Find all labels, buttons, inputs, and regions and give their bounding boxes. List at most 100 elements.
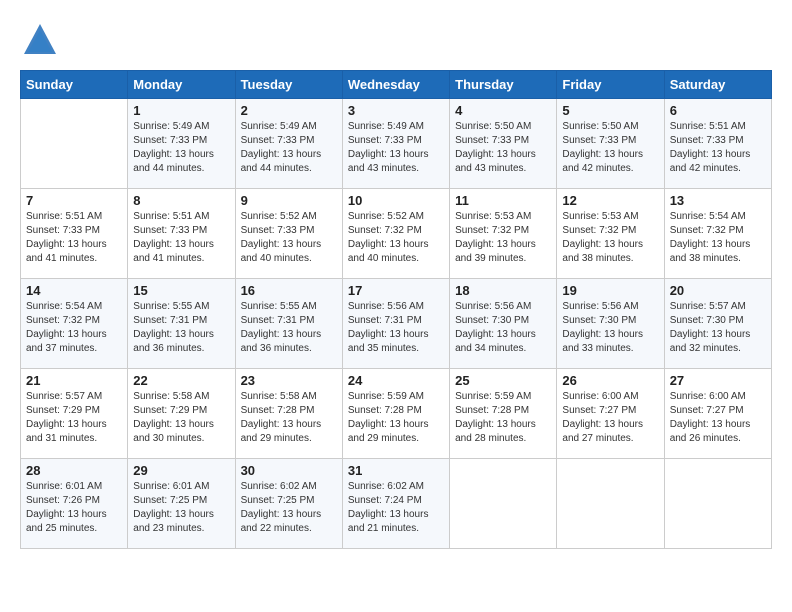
day-number: 4 [455,103,551,118]
weekday-header: Thursday [450,71,557,99]
calendar-cell: 16Sunrise: 5:55 AMSunset: 7:31 PMDayligh… [235,279,342,369]
calendar-cell: 29 Sunrise: 6:01 AMSunset: 7:25 PMDayligh… [128,459,235,549]
calendar-cell: 19 Sunrise: 5:56 AMSunset: 7:30 PMDayligh… [557,279,664,369]
day-info: Sunrise: 6:01 AMSunset: 7:26 PMDaylight:… [26,480,122,536]
calendar-week-row: 7 Sunrise: 5:51 AMSunset: 7:33 PMDaylight… [21,189,772,279]
day-number: 23 [241,373,337,388]
day-number: 10 [348,193,444,208]
calendar-cell: 20 Sunrise: 5:57 AMSunset: 7:30 PMDayligh… [664,279,771,369]
weekday-header: Sunday [21,71,128,99]
day-number: 12 [562,193,658,208]
weekday-header: Tuesday [235,71,342,99]
day-info: Sunrise: 5:58 AMSunset: 7:28 PMDaylight:… [241,390,337,446]
page-header [20,20,772,60]
day-info: Sunrise: 5:50 AMSunset: 7:33 PMDaylight:… [455,120,551,176]
day-number: 13 [670,193,766,208]
calendar-cell: 9Sunrise: 5:52 AMSunset: 7:33 PMDaylight… [235,189,342,279]
day-number: 29 [133,463,229,478]
day-info: Sunrise: 5:50 AMSunset: 7:33 PMDaylight:… [562,120,658,176]
day-number: 31 [348,463,444,478]
weekday-header: Wednesday [342,71,449,99]
day-number: 27 [670,373,766,388]
day-number: 6 [670,103,766,118]
day-number: 22 [133,373,229,388]
weekday-header: Monday [128,71,235,99]
calendar-cell: 1Sunrise: 5:49 AMSunset: 7:33 PMDaylight… [128,99,235,189]
day-info: Sunrise: 5:51 AMSunset: 7:33 PMDaylight:… [133,210,229,266]
calendar-cell: 21 Sunrise: 5:57 AMSunset: 7:29 PMDayligh… [21,369,128,459]
day-info: Sunrise: 5:59 AMSunset: 7:28 PMDaylight:… [348,390,444,446]
calendar-cell [664,459,771,549]
calendar-table: SundayMondayTuesdayWednesdayThursdayFrid… [20,70,772,549]
day-info: Sunrise: 6:00 AMSunset: 7:27 PMDaylight:… [670,390,766,446]
calendar-week-row: 28 Sunrise: 6:01 AMSunset: 7:26 PMDayligh… [21,459,772,549]
day-info: Sunrise: 5:52 AMSunset: 7:32 PMDaylight:… [348,210,444,266]
day-number: 5 [562,103,658,118]
day-number: 3 [348,103,444,118]
day-info: Sunrise: 5:56 AMSunset: 7:30 PMDaylight:… [455,300,551,356]
day-number: 26 [562,373,658,388]
day-number: 19 [562,283,658,298]
calendar-cell: 23 Sunrise: 5:58 AMSunset: 7:28 PMDayligh… [235,369,342,459]
day-info: Sunrise: 5:55 AMSunset: 7:31 PMDaylight:… [133,300,229,356]
day-number: 8 [133,193,229,208]
day-info: Sunrise: 6:02 AMSunset: 7:24 PMDaylight:… [348,480,444,536]
calendar-cell: 13 Sunrise: 5:54 AMSunset: 7:32 PMDayligh… [664,189,771,279]
calendar-cell: 6 Sunrise: 5:51 AMSunset: 7:33 PMDaylight… [664,99,771,189]
day-number: 2 [241,103,337,118]
weekday-header: Saturday [664,71,771,99]
calendar-cell: 14Sunrise: 5:54 AMSunset: 7:32 PMDayligh… [21,279,128,369]
day-number: 15 [133,283,229,298]
day-info: Sunrise: 6:01 AMSunset: 7:25 PMDaylight:… [133,480,229,536]
calendar-cell: 15 Sunrise: 5:55 AMSunset: 7:31 PMDayligh… [128,279,235,369]
calendar-week-row: 21 Sunrise: 5:57 AMSunset: 7:29 PMDayligh… [21,369,772,459]
day-number: 25 [455,373,551,388]
calendar-cell: 27 Sunrise: 6:00 AMSunset: 7:27 PMDayligh… [664,369,771,459]
day-info: Sunrise: 5:52 AMSunset: 7:33 PMDaylight:… [241,210,337,266]
day-info: Sunrise: 5:56 AMSunset: 7:31 PMDaylight:… [348,300,444,356]
day-info: Sunrise: 5:49 AMSunset: 7:33 PMDaylight:… [241,120,337,176]
calendar-week-row: 14Sunrise: 5:54 AMSunset: 7:32 PMDayligh… [21,279,772,369]
weekday-header: Friday [557,71,664,99]
day-info: Sunrise: 5:59 AMSunset: 7:28 PMDaylight:… [455,390,551,446]
day-number: 18 [455,283,551,298]
day-info: Sunrise: 5:54 AMSunset: 7:32 PMDaylight:… [670,210,766,266]
calendar-cell: 7 Sunrise: 5:51 AMSunset: 7:33 PMDaylight… [21,189,128,279]
day-number: 17 [348,283,444,298]
day-info: Sunrise: 5:56 AMSunset: 7:30 PMDaylight:… [562,300,658,356]
calendar-cell: 26 Sunrise: 6:00 AMSunset: 7:27 PMDayligh… [557,369,664,459]
calendar-cell [21,99,128,189]
day-info: Sunrise: 5:58 AMSunset: 7:29 PMDaylight:… [133,390,229,446]
day-info: Sunrise: 5:49 AMSunset: 7:33 PMDaylight:… [133,120,229,176]
day-info: Sunrise: 5:53 AMSunset: 7:32 PMDaylight:… [455,210,551,266]
day-number: 16 [241,283,337,298]
day-number: 20 [670,283,766,298]
day-info: Sunrise: 6:02 AMSunset: 7:25 PMDaylight:… [241,480,337,536]
calendar-cell [557,459,664,549]
day-number: 30 [241,463,337,478]
day-info: Sunrise: 6:00 AMSunset: 7:27 PMDaylight:… [562,390,658,446]
calendar-cell: 18 Sunrise: 5:56 AMSunset: 7:30 PMDayligh… [450,279,557,369]
calendar-cell: 3Sunrise: 5:49 AMSunset: 7:33 PMDaylight… [342,99,449,189]
day-info: Sunrise: 5:51 AMSunset: 7:33 PMDaylight:… [670,120,766,176]
calendar-cell: 24Sunrise: 5:59 AMSunset: 7:28 PMDayligh… [342,369,449,459]
calendar-cell: 11 Sunrise: 5:53 AMSunset: 7:32 PMDayligh… [450,189,557,279]
calendar-cell [450,459,557,549]
day-number: 11 [455,193,551,208]
calendar-cell: 12 Sunrise: 5:53 AMSunset: 7:32 PMDayligh… [557,189,664,279]
day-info: Sunrise: 5:53 AMSunset: 7:32 PMDaylight:… [562,210,658,266]
day-info: Sunrise: 5:51 AMSunset: 7:33 PMDaylight:… [26,210,122,266]
day-number: 7 [26,193,122,208]
calendar-cell: 2 Sunrise: 5:49 AMSunset: 7:33 PMDaylight… [235,99,342,189]
calendar-cell: 30 Sunrise: 6:02 AMSunset: 7:25 PMDayligh… [235,459,342,549]
day-info: Sunrise: 5:57 AMSunset: 7:30 PMDaylight:… [670,300,766,356]
calendar-cell: 4 Sunrise: 5:50 AMSunset: 7:33 PMDaylight… [450,99,557,189]
calendar-cell: 5 Sunrise: 5:50 AMSunset: 7:33 PMDaylight… [557,99,664,189]
calendar-cell: 31 Sunrise: 6:02 AMSunset: 7:24 PMDayligh… [342,459,449,549]
day-info: Sunrise: 5:57 AMSunset: 7:29 PMDaylight:… [26,390,122,446]
calendar-cell: 10 Sunrise: 5:52 AMSunset: 7:32 PMDayligh… [342,189,449,279]
day-number: 21 [26,373,122,388]
calendar-cell: 17 Sunrise: 5:56 AMSunset: 7:31 PMDayligh… [342,279,449,369]
calendar-header-row: SundayMondayTuesdayWednesdayThursdayFrid… [21,71,772,99]
day-number: 28 [26,463,122,478]
